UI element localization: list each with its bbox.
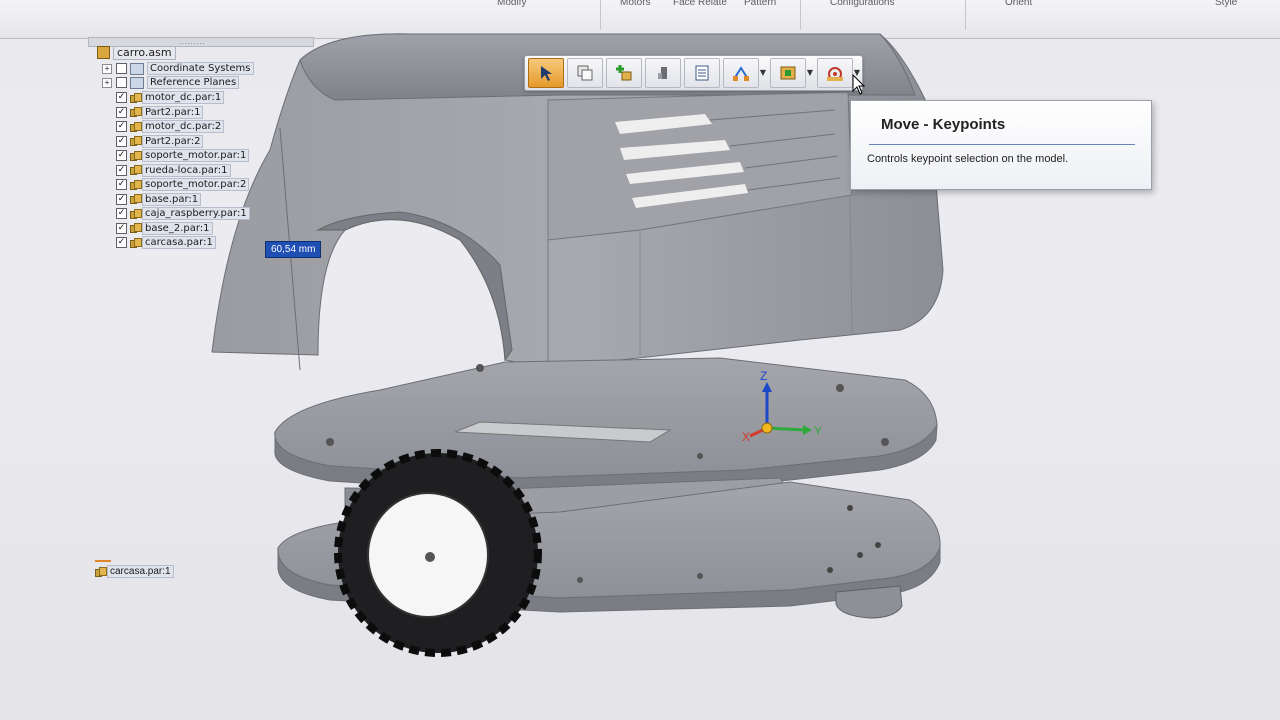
coordinate-system-icon — [130, 62, 144, 75]
keypoints-button[interactable]: ▼ — [817, 58, 860, 88]
part-icon — [130, 223, 142, 233]
tree-part-label: soporte_motor.par:1 — [142, 149, 250, 162]
tree-folder-label: Reference Planes — [147, 76, 240, 89]
tree-part-item[interactable]: ✓ carcasa.par:1 — [116, 236, 216, 249]
part-icon — [130, 92, 142, 103]
hand-move-icon — [658, 67, 667, 79]
visibility-checkbox[interactable]: ✓ — [116, 106, 127, 118]
steering-wheel-icon — [780, 66, 796, 80]
visibility-checkbox[interactable]: ✓ — [116, 92, 127, 103]
tree-part-item[interactable]: ✓ Part2.par:1 — [116, 105, 204, 119]
tree-part-item[interactable]: ✓ base_2.par:1 — [116, 221, 213, 235]
part-icon — [130, 107, 142, 117]
triad-y-label: Y — [814, 424, 822, 438]
tree-part-item[interactable]: ✓ motor_dc.par:2 — [116, 120, 225, 133]
triad-x-label: X — [742, 430, 750, 444]
add-part-icon — [616, 65, 632, 81]
tree-part-label: base_2.par:1 — [142, 221, 213, 235]
visibility-checkbox[interactable]: ✓ — [116, 150, 127, 161]
dropdown-arrow-icon[interactable]: ▼ — [807, 68, 813, 77]
tree-root[interactable]: carro.asm — [97, 45, 176, 60]
tree-part-item[interactable]: ✓ base.par:1 — [116, 192, 202, 206]
tree-part-item[interactable]: ✓ soporte_motor.par:1 — [116, 149, 250, 162]
part-icon — [130, 165, 142, 175]
tree-part-item[interactable]: ✓ caja_raspberry.par:1 — [116, 207, 250, 220]
visibility-checkbox[interactable]: ✓ — [116, 222, 127, 234]
tree-part-label: base.par:1 — [142, 192, 202, 206]
tree-folder-label: Coordinate Systems — [147, 62, 254, 75]
part-icon — [130, 136, 142, 146]
command-bar: ▼ ▼ ▼ — [524, 55, 863, 91]
tree-part-item[interactable]: ✓ motor_dc.par:1 — [116, 91, 225, 104]
floating-part-label: carcasa.par:1 — [107, 565, 174, 578]
part-icon — [95, 566, 107, 577]
dropdown-arrow-icon[interactable]: ▼ — [760, 68, 766, 77]
tree-folder-reference-planes[interactable]: + Reference Planes — [102, 76, 240, 89]
rueda-loca-caster[interactable] — [835, 585, 903, 619]
part-icon — [130, 194, 142, 204]
reference-plane-icon — [130, 76, 144, 89]
expand-icon[interactable]: + — [102, 77, 112, 88]
mouse-cursor-icon — [852, 74, 866, 95]
visibility-checkbox[interactable]: ✓ — [116, 179, 127, 190]
visibility-checkbox[interactable] — [116, 63, 127, 74]
floating-part-tag[interactable]: carcasa.par:1 — [95, 560, 174, 578]
visibility-checkbox[interactable]: ✓ — [116, 237, 127, 248]
tooltip-title: Move - Keypoints — [881, 116, 1006, 133]
relate-icon — [733, 66, 749, 81]
visibility-checkbox[interactable]: ✓ — [116, 208, 127, 219]
tree-part-label: motor_dc.par:1 — [142, 91, 225, 104]
assembly-icon — [97, 46, 110, 59]
tree-part-label: motor_dc.par:2 — [142, 120, 225, 133]
keypoint-icon — [827, 67, 843, 81]
part-icon — [130, 150, 142, 161]
visibility-checkbox[interactable]: ✓ — [116, 121, 127, 132]
tree-part-label: soporte_motor.par:2 — [142, 178, 250, 191]
copy-icon — [577, 65, 593, 81]
tree-part-item[interactable]: ✓ rueda-loca.par:1 — [116, 163, 231, 177]
tree-part-label: Part2.par:1 — [142, 105, 204, 119]
tree-folder-coordinate-systems[interactable]: + Coordinate Systems — [102, 62, 254, 75]
arrow-select-icon — [541, 66, 552, 81]
tooltip-divider — [869, 144, 1135, 145]
visibility-checkbox[interactable]: ✓ — [116, 164, 127, 176]
part-icon — [130, 121, 142, 132]
tree-part-label: Part2.par:2 — [142, 134, 204, 148]
visibility-checkbox[interactable]: ✓ — [116, 135, 127, 147]
move-part-button[interactable] — [645, 58, 681, 88]
select-tool-button[interactable] — [528, 58, 564, 88]
properties-button[interactable] — [684, 58, 720, 88]
tree-part-label: caja_raspberry.par:1 — [142, 207, 250, 220]
tree-root-label: carro.asm — [113, 45, 176, 60]
part-icon — [130, 237, 142, 248]
tree-part-label: carcasa.par:1 — [142, 236, 216, 249]
copy-part-button[interactable] — [567, 58, 603, 88]
drive-wheel[interactable] — [334, 449, 542, 657]
part-icon — [130, 208, 142, 219]
expand-icon[interactable]: + — [102, 63, 112, 74]
list-icon — [695, 65, 709, 81]
visibility-checkbox[interactable]: ✓ — [116, 193, 127, 205]
tree-part-label: rueda-loca.par:1 — [142, 163, 231, 177]
add-part-button[interactable] — [606, 58, 642, 88]
tree-part-item[interactable]: ✓ Part2.par:2 — [116, 134, 204, 148]
tooltip-body: Controls keypoint selection on the model… — [867, 153, 1069, 165]
part-icon — [130, 179, 142, 190]
relate-button[interactable]: ▼ — [723, 58, 766, 88]
tooltip-move-keypoints: Move - Keypoints Controls keypoint selec… — [850, 100, 1152, 190]
triad-z-label: Z — [760, 369, 767, 383]
visibility-checkbox[interactable] — [116, 77, 127, 88]
tree-part-item[interactable]: ✓ soporte_motor.par:2 — [116, 178, 250, 191]
steering-button[interactable]: ▼ — [770, 58, 813, 88]
dimension-label[interactable]: 60,54 mm — [265, 241, 322, 258]
